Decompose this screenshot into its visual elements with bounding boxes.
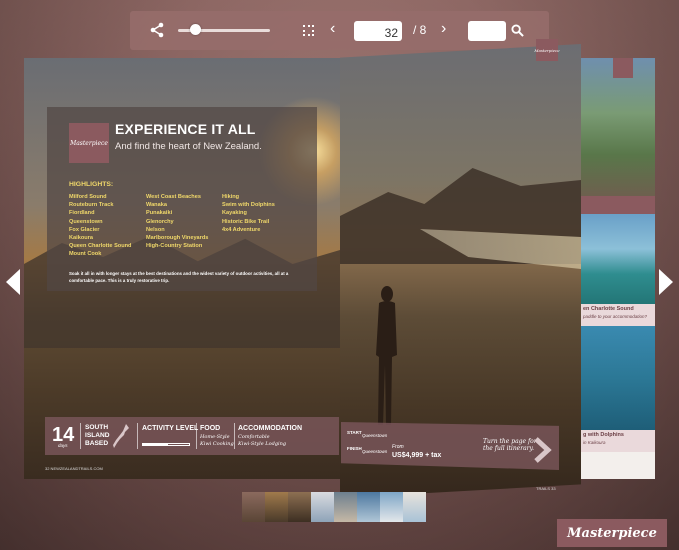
price-value: US$4,999 + tax bbox=[392, 452, 442, 459]
finish-label: FINISH bbox=[347, 446, 362, 451]
chevron-right-icon[interactable] bbox=[532, 437, 552, 463]
page-headline: EXPERIENCE IT ALL bbox=[115, 121, 256, 137]
caption-sub: paddle to your accommodation? bbox=[583, 314, 648, 319]
page-footer-right: TRAILS 33 bbox=[536, 486, 556, 491]
search-input[interactable] bbox=[468, 21, 506, 41]
flipbook-toolbar: ‹ / 8 › bbox=[130, 11, 549, 50]
list-item: Marlborough Vineyards bbox=[146, 235, 209, 242]
fullscreen-icon[interactable] bbox=[303, 25, 314, 36]
activity-level-meter bbox=[142, 443, 190, 446]
list-item: Fiordland bbox=[69, 210, 95, 217]
divider bbox=[137, 423, 138, 449]
caption-queen-charlotte: en Charlotte Sound paddle to your accomm… bbox=[581, 304, 655, 326]
chevron-right-icon[interactable]: › bbox=[441, 20, 446, 38]
caption-title: g with Dolphins bbox=[583, 432, 624, 438]
finish-value: Queenstown bbox=[362, 449, 388, 454]
thumbnail[interactable] bbox=[265, 492, 288, 522]
list-item: Milford Sound bbox=[69, 194, 107, 200]
arrow-right-icon[interactable] bbox=[659, 269, 673, 295]
brand-tab bbox=[613, 58, 633, 78]
turn-page-text: Turn the page for the full itinerary. bbox=[483, 438, 537, 452]
thumbnail[interactable] bbox=[380, 492, 403, 522]
thumbnail[interactable] bbox=[242, 492, 265, 522]
zoom-slider-handle[interactable] bbox=[189, 24, 201, 35]
masterpiece-logo: Masterpiece bbox=[69, 123, 109, 163]
list-item: Kaikoura bbox=[69, 235, 93, 242]
thumbnail[interactable] bbox=[357, 492, 380, 522]
thumbnail[interactable] bbox=[288, 492, 311, 522]
color-band bbox=[581, 196, 655, 214]
list-item: Punakaiki bbox=[146, 210, 173, 217]
page-footer-left: 32 NEWZEALANDTRAILS.COM bbox=[45, 466, 103, 471]
activity-level-label: ACTIVITY LEVEL bbox=[142, 425, 199, 432]
accommodation-line: Kiwi-Style Lodging bbox=[238, 440, 287, 447]
arrow-left-icon[interactable] bbox=[6, 269, 20, 295]
thumbnail[interactable] bbox=[403, 492, 426, 522]
list-item: Nelson bbox=[146, 226, 165, 233]
accommodation-value: Comfortable Kiwi-Style Lodging bbox=[238, 434, 286, 447]
caption-sub: in Kaikoura bbox=[583, 440, 606, 445]
caption-title: en Charlotte Sound bbox=[583, 306, 634, 312]
list-item: West Coast Beaches bbox=[146, 194, 201, 200]
caption-dolphins: g with Dolphins in Kaikoura bbox=[581, 430, 655, 452]
list-item: Routeburn Track bbox=[69, 202, 114, 209]
accommodation-label: ACCOMMODATION bbox=[238, 425, 303, 432]
divider bbox=[80, 423, 81, 449]
list-item: 4x4 Adventure bbox=[222, 226, 261, 233]
price-from-label: From bbox=[392, 444, 404, 450]
food-line: Home-Style bbox=[200, 434, 230, 440]
list-item: Queen Charlotte Sound bbox=[69, 243, 132, 250]
trip-blurb: Soak it all in with longer stays at the … bbox=[69, 271, 289, 283]
list-item: Queenstown bbox=[69, 218, 103, 225]
highlights-column-2: West Coast Beaches Wanaka Punakaiki Glen… bbox=[146, 193, 208, 250]
landscape-photo bbox=[581, 58, 655, 196]
divider bbox=[196, 423, 197, 449]
hiker-silhouette bbox=[376, 286, 397, 425]
search-icon[interactable] bbox=[511, 24, 524, 37]
total-pages: / 8 bbox=[413, 23, 427, 37]
highlights-column-1: Milford Sound Routeburn Track Fiordland … bbox=[69, 193, 131, 259]
kayak-photo bbox=[581, 214, 655, 314]
list-item: Swim with Dolphins bbox=[222, 202, 275, 209]
thumbnail[interactable] bbox=[334, 492, 357, 522]
start-label: START bbox=[347, 430, 362, 435]
thumbnail[interactable] bbox=[311, 492, 334, 522]
next-page-peek[interactable]: en Charlotte Sound paddle to your accomm… bbox=[581, 58, 655, 479]
list-item: Historic Bike Trail bbox=[222, 218, 270, 225]
new-zealand-map-icon bbox=[113, 424, 129, 448]
highlights-column-3: Hiking Swim with Dolphins Kayaking Histo… bbox=[222, 193, 275, 234]
food-value: Home-Style Kiwi Cooking bbox=[200, 434, 234, 447]
thumbnail-strip bbox=[242, 492, 428, 522]
list-item: Fox Glacier bbox=[69, 226, 100, 233]
dolphin-photo bbox=[581, 326, 655, 430]
list-item: High-Country Station bbox=[146, 243, 203, 250]
list-item: Glenorchy bbox=[146, 218, 174, 225]
list-item: Mount Cook bbox=[69, 251, 102, 258]
chevron-left-icon[interactable]: ‹ bbox=[330, 20, 335, 38]
start-value: Queenstown bbox=[362, 433, 388, 438]
divider bbox=[234, 423, 235, 449]
days-label: days bbox=[58, 443, 68, 448]
page-number-input[interactable] bbox=[354, 21, 402, 41]
list-item: Hiking bbox=[222, 194, 240, 200]
share-icon[interactable] bbox=[149, 22, 165, 38]
page-subhead: And find the heart of New Zealand. bbox=[115, 141, 262, 152]
food-line: Kiwi Cooking bbox=[200, 440, 234, 447]
activity-level-fill bbox=[143, 444, 169, 445]
list-item: Kayaking bbox=[222, 210, 247, 217]
list-item: Wanaka bbox=[146, 202, 167, 209]
brand-tab: Masterpiece bbox=[534, 39, 560, 61]
brand-badge: Masterpiece bbox=[557, 519, 667, 547]
highlights-title: HIGHLIGHTS: bbox=[69, 181, 114, 188]
food-label: FOOD bbox=[200, 425, 221, 432]
